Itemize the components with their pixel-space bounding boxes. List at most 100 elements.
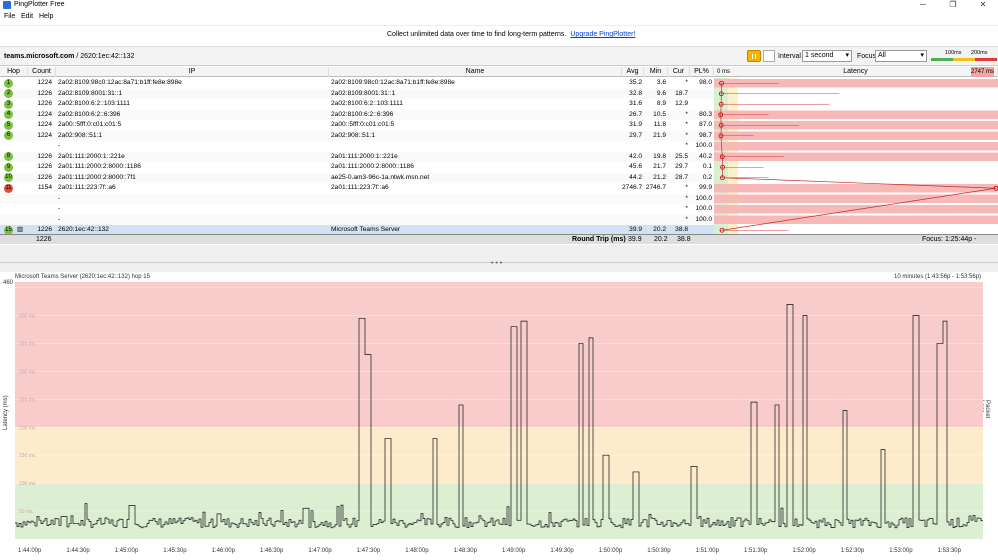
cell-cur: * bbox=[685, 79, 688, 86]
cell-pl: 87.0 bbox=[699, 121, 712, 128]
table-row[interactable]: 11 1154 2a01:111:223:7f::a6 2a01:111:223:7f… bbox=[0, 183, 714, 194]
table-row[interactable]: 4 1224 2a02:8100:6:2::6:396 2a02:8100:6:2::… bbox=[0, 109, 714, 120]
table-row[interactable]: 1 1224 2a02:8109:98c0:12ac:8a71:b1ff:fe8e:… bbox=[0, 78, 714, 89]
pause-button[interactable] bbox=[747, 50, 761, 62]
cell-cur: 28.7 bbox=[675, 173, 688, 181]
cell-ip: 2a01:111:223:7f::a6 bbox=[58, 184, 116, 191]
cell-min: 10.5 bbox=[653, 110, 666, 118]
summary-avg: 39.9 bbox=[628, 236, 642, 243]
cell-name: 2a02:8109:98c0:12ac:8a71:b1ff:fe8e:898e bbox=[331, 79, 455, 86]
cell-cur: * bbox=[685, 131, 688, 139]
col-name[interactable]: Name bbox=[329, 67, 622, 77]
x-tick-label: 1:47:30p bbox=[356, 548, 381, 554]
table-row[interactable]: - * 100.0 bbox=[0, 204, 714, 215]
splitter-grip-icon[interactable]: • • • bbox=[491, 260, 502, 267]
cell-min: 21.7 bbox=[653, 163, 666, 170]
cell-ip: 2a02:8109:98c0:12ac:8a71:b1ff:fe8e:898e bbox=[58, 79, 182, 86]
interval-label: Interval bbox=[778, 53, 801, 60]
table-row[interactable]: - * 100.0 bbox=[0, 141, 714, 152]
cell-pl: 98.0 bbox=[699, 79, 712, 86]
cell-name: 2a02:8109:8001:31::1 bbox=[331, 89, 396, 97]
options-button[interactable] bbox=[763, 50, 775, 62]
packet-loss-bar bbox=[714, 205, 998, 214]
col-avg[interactable]: Avg bbox=[622, 67, 644, 77]
latency-max-label: 2747 ms bbox=[970, 67, 994, 77]
packet-loss-bar bbox=[714, 194, 998, 203]
table-row[interactable]: 5 1224 2a00::5fff:0:c01:c01:5 2a00::5fff:0:… bbox=[0, 120, 714, 131]
hop-number-badge: 11 bbox=[4, 183, 13, 193]
cell-name: ae25-0.am3-96c-1a.ntwk.msn.net bbox=[331, 173, 430, 181]
cell-cur: * bbox=[685, 215, 688, 223]
summary-cur: 38.8 bbox=[677, 236, 691, 243]
table-row[interactable]: 6 1224 2a02:908::51:1 2a02:908::51:1 29.7 21.… bbox=[0, 130, 714, 141]
table-row[interactable]: 10 1226 2a01:111:2000:2:8000::7f1 ae25-0.am… bbox=[0, 172, 714, 183]
col-latency[interactable]: 0 ms Latency 2747 ms bbox=[714, 67, 998, 77]
table-row[interactable]: 8 1226 2a01:111:2000:1::221e 2a01:111:2000:… bbox=[0, 151, 714, 162]
app-logo-icon bbox=[3, 1, 11, 9]
latency-timeline-chart[interactable]: 400 ms 350 ms 300 ms 250 ms 200 ms 150 ms 100 … bbox=[15, 282, 983, 539]
col-pl[interactable]: PL% bbox=[690, 67, 714, 77]
cell-avg: 29.7 bbox=[629, 131, 642, 139]
minimize-icon[interactable]: ─ bbox=[908, 0, 938, 10]
table-row[interactable]: - * 100.0 bbox=[0, 193, 714, 204]
cell-avg: 32.8 bbox=[629, 89, 642, 97]
cell-pl: 40.2 bbox=[699, 152, 712, 160]
col-min[interactable]: Min bbox=[644, 67, 668, 77]
packet-loss-bar bbox=[714, 142, 998, 151]
col-ip[interactable]: IP bbox=[56, 67, 329, 77]
cell-ip: 2a01:111:2000:2:8000::1186 bbox=[58, 163, 141, 170]
scale-200: 200ms bbox=[971, 50, 988, 56]
cell-cur: * bbox=[685, 205, 688, 212]
hop-number-badge: 2 bbox=[4, 89, 13, 98]
hop-number-badge: 8 bbox=[4, 152, 13, 161]
close-icon[interactable]: ✕ bbox=[968, 0, 998, 10]
pane-splitter[interactable]: • • • bbox=[0, 260, 998, 272]
table-row[interactable]: 2 1226 2a02:8109:8001:31::1 2a02:8109:8001:… bbox=[0, 88, 714, 99]
cell-cur: * bbox=[685, 121, 688, 128]
table-row[interactable]: - * 100.0 bbox=[0, 214, 714, 225]
col-count[interactable]: Count bbox=[28, 67, 56, 77]
cell-count: 1226 bbox=[37, 173, 52, 181]
banner-text: Collect unlimited data over time to find… bbox=[387, 31, 567, 38]
x-tick-label: 1:49:30p bbox=[550, 548, 574, 554]
cell-pl: 0.2 bbox=[702, 173, 712, 181]
graph-range[interactable]: 10 minutes (1:43:56p - 1:53:56p) bbox=[894, 274, 981, 280]
cell-avg: 35.2 bbox=[629, 79, 642, 86]
latency-scale-legend: 100ms 200ms bbox=[931, 50, 997, 62]
x-tick-label: 1:50:00p bbox=[598, 548, 623, 554]
cell-pl: 99.9 bbox=[699, 184, 712, 191]
window-title: PingPlotter Free bbox=[14, 1, 65, 8]
x-tick-label: 1:50:30p bbox=[647, 548, 671, 554]
x-tick-label: 1:51:30p bbox=[744, 548, 768, 554]
hop-number-badge: 10 bbox=[4, 173, 13, 182]
cell-name: 2a02:908::51:1 bbox=[331, 131, 375, 139]
table-row[interactable]: 3 1226 2a02:8100:6:2::103:1111 2a02:8100:6:… bbox=[0, 99, 714, 110]
cell-min: 19.8 bbox=[653, 152, 666, 160]
hop-number-badge: 1 bbox=[4, 78, 13, 88]
focus-select[interactable]: All bbox=[875, 50, 927, 62]
cell-name: 2a02:8100:6:2::6:396 bbox=[331, 110, 394, 118]
x-tick-label: 1:46:30p bbox=[260, 548, 284, 554]
hop-number-badge: 9 bbox=[4, 162, 13, 172]
latency-min-label: 0 ms bbox=[717, 69, 731, 75]
cell-ip: 2a02:8100:6:2::6:396 bbox=[58, 110, 121, 118]
col-hop[interactable]: Hop bbox=[0, 67, 28, 77]
table-row[interactable]: 9 1226 2a01:111:2000:2:8000::1186 2a01:111:… bbox=[0, 162, 714, 173]
menu-edit[interactable]: Edit bbox=[21, 11, 33, 22]
hop-number-badge: 4 bbox=[4, 110, 13, 119]
upgrade-link[interactable]: Upgrade PingPlotter! bbox=[570, 31, 635, 38]
x-tick-label: 1:47:00p bbox=[308, 548, 332, 554]
menu-file[interactable]: File bbox=[4, 11, 15, 22]
y-axis-label: Latency (ms) bbox=[3, 395, 9, 430]
maximize-icon[interactable]: ❐ bbox=[938, 0, 968, 10]
menu-help[interactable]: Help bbox=[39, 11, 53, 22]
x-tick-label: 1:53:00p bbox=[889, 548, 913, 554]
cell-ip: 2a01:111:2000:1::221e bbox=[58, 152, 125, 160]
col-cur[interactable]: Cur bbox=[668, 67, 690, 77]
x-tick-label: 1:52:30p bbox=[840, 548, 865, 554]
cell-cur: * bbox=[685, 194, 688, 202]
interval-select[interactable]: 1 second bbox=[802, 50, 852, 62]
cell-avg: 26.7 bbox=[629, 110, 642, 118]
x-tick-label: 1:48:00p bbox=[405, 548, 429, 554]
graph-title: Microsoft Teams Server (2620:1ec:42::132… bbox=[15, 274, 150, 280]
